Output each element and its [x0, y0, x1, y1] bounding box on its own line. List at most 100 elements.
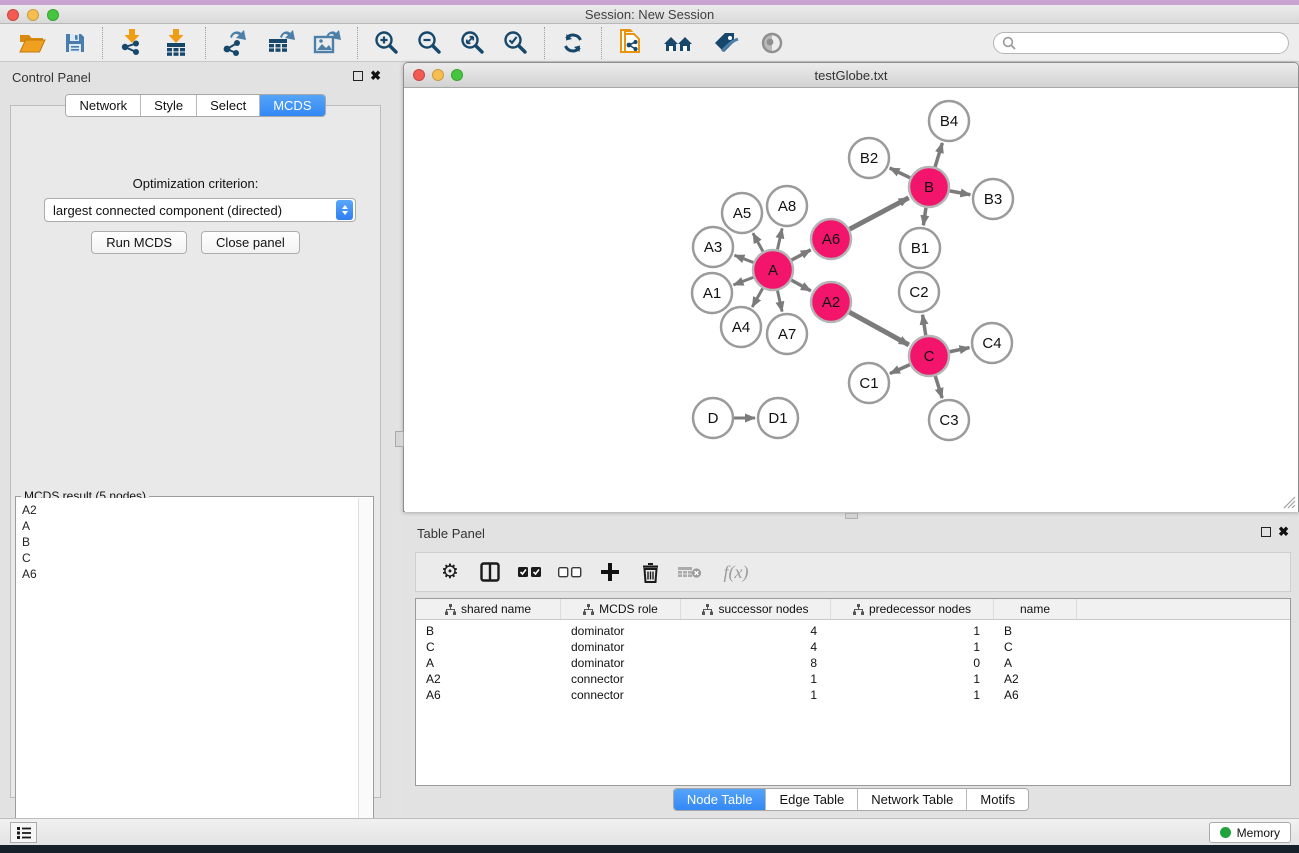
- graph-node-C[interactable]: C: [909, 336, 949, 376]
- close-panel-button[interactable]: Close panel: [201, 231, 300, 254]
- column-header-predecessor-nodes[interactable]: predecessor nodes: [831, 599, 994, 619]
- split-column-button[interactable]: [470, 554, 510, 590]
- graph-node-D[interactable]: D: [693, 398, 733, 438]
- save-session-button[interactable]: [55, 26, 95, 60]
- horizontal-split-handle[interactable]: [845, 513, 858, 519]
- column-header-MCDS-role[interactable]: MCDS role: [561, 599, 681, 619]
- open-file-button[interactable]: [10, 26, 55, 60]
- node-table[interactable]: shared nameMCDS rolesuccessor nodesprede…: [415, 598, 1291, 786]
- edge-A-A2[interactable]: [791, 280, 810, 291]
- float-table-panel-icon[interactable]: [1261, 527, 1271, 537]
- graph-node-A3[interactable]: A3: [693, 227, 733, 267]
- graph-node-B3[interactable]: B3: [973, 179, 1013, 219]
- edge-A-A8[interactable]: [777, 228, 782, 249]
- graph-node-A5[interactable]: A5: [722, 193, 762, 233]
- graph-node-A1[interactable]: A1: [692, 273, 732, 313]
- tab-edge-table[interactable]: Edge Table: [766, 789, 858, 810]
- tab-mcds[interactable]: MCDS: [260, 95, 324, 116]
- task-history-button[interactable]: [10, 822, 37, 843]
- graph-node-B1[interactable]: B1: [900, 228, 940, 268]
- edge-B-B4[interactable]: [935, 143, 942, 167]
- graph-node-A[interactable]: A: [753, 250, 793, 290]
- edge-C-C3[interactable]: [935, 376, 942, 398]
- edge-B-B2[interactable]: [890, 168, 910, 178]
- mcds-list-scrollbar[interactable]: [358, 498, 372, 839]
- table-settings-button[interactable]: ⚙: [430, 554, 470, 590]
- graph-node-B4[interactable]: B4: [929, 101, 969, 141]
- mcds-result-item[interactable]: B: [22, 534, 358, 550]
- graph-node-A8[interactable]: A8: [767, 186, 807, 226]
- tab-network[interactable]: Network: [66, 95, 141, 116]
- zoom-selected-button[interactable]: [494, 26, 537, 60]
- network-file-button[interactable]: [609, 26, 653, 60]
- mcds-result-list[interactable]: A2ABCA6: [17, 498, 358, 839]
- graph-node-B2[interactable]: B2: [849, 138, 889, 178]
- search-field[interactable]: [993, 32, 1289, 54]
- vertical-split-handle[interactable]: [395, 431, 404, 447]
- zoom-fit-button[interactable]: [451, 26, 494, 60]
- mcds-result-item[interactable]: A: [22, 518, 358, 534]
- edge-A-A4[interactable]: [752, 288, 762, 307]
- table-row[interactable]: Bdominator41B: [416, 623, 1290, 639]
- mcds-result-item[interactable]: C: [22, 550, 358, 566]
- close-panel-icon[interactable]: ✖: [370, 68, 381, 84]
- graph-node-C4[interactable]: C4: [972, 323, 1012, 363]
- export-image-button[interactable]: [304, 26, 350, 60]
- edge-A-A1[interactable]: [734, 277, 754, 284]
- graph-node-C1[interactable]: C1: [849, 363, 889, 403]
- run-mcds-button[interactable]: Run MCDS: [91, 231, 187, 254]
- edge-B-B1[interactable]: [923, 208, 926, 225]
- table-row[interactable]: Adominator80A: [416, 655, 1290, 671]
- graph-node-A2[interactable]: A2: [811, 282, 851, 322]
- mcds-result-item[interactable]: A6: [22, 566, 358, 582]
- refresh-button[interactable]: [552, 26, 594, 60]
- style-tag-button[interactable]: [703, 26, 749, 60]
- zoom-in-button[interactable]: [365, 26, 408, 60]
- close-table-panel-icon[interactable]: ✖: [1278, 524, 1289, 540]
- table-row[interactable]: A6connector11A6: [416, 687, 1290, 703]
- memory-button[interactable]: Memory: [1209, 822, 1291, 843]
- tab-select[interactable]: Select: [197, 95, 260, 116]
- float-panel-icon[interactable]: [353, 71, 363, 81]
- column-header-name[interactable]: name: [994, 599, 1077, 619]
- column-header-shared-name[interactable]: shared name: [416, 599, 561, 619]
- delete-table-button[interactable]: [670, 554, 710, 590]
- network-window-titlebar[interactable]: testGlobe.txt: [404, 63, 1298, 88]
- home-button[interactable]: [653, 26, 703, 60]
- graph-node-D1[interactable]: D1: [758, 398, 798, 438]
- add-column-button[interactable]: [590, 554, 630, 590]
- resize-grip-icon[interactable]: [1283, 496, 1296, 509]
- import-table-button[interactable]: [154, 26, 198, 60]
- table-row[interactable]: Cdominator41C: [416, 639, 1290, 655]
- search-input[interactable]: [1021, 36, 1280, 50]
- mcds-result-item[interactable]: A2: [22, 502, 358, 518]
- select-all-button[interactable]: [510, 554, 550, 590]
- edge-A2-C[interactable]: [849, 312, 908, 345]
- edge-A-A6[interactable]: [792, 250, 811, 260]
- edge-A-A5[interactable]: [753, 233, 763, 251]
- graph-node-A6[interactable]: A6: [811, 219, 851, 259]
- edge-C-C2[interactable]: [923, 315, 926, 336]
- edge-C-C1[interactable]: [890, 365, 910, 374]
- network-graph[interactable]: B4 B2 B B3 A8A5 A6 A3 B1 A A1 C2 A2 A4A7 C4 C C1 C3 D D1: [405, 89, 1298, 512]
- deselect-all-button[interactable]: [550, 554, 590, 590]
- graph-node-C3[interactable]: C3: [929, 400, 969, 440]
- function-builder-button[interactable]: f(x): [710, 554, 762, 590]
- graph-node-A4[interactable]: A4: [721, 307, 761, 347]
- export-network-button[interactable]: [213, 26, 258, 60]
- import-network-button[interactable]: [110, 26, 154, 60]
- tab-style[interactable]: Style: [141, 95, 197, 116]
- graph-node-C2[interactable]: C2: [899, 272, 939, 312]
- tab-motifs[interactable]: Motifs: [967, 789, 1028, 810]
- edge-A-A3[interactable]: [734, 255, 753, 262]
- column-header-successor-nodes[interactable]: successor nodes: [681, 599, 831, 619]
- optimization-criterion-select[interactable]: largest connected component (directed): [44, 198, 356, 222]
- zoom-out-button[interactable]: [408, 26, 451, 60]
- edge-B-B3[interactable]: [950, 191, 971, 195]
- graph-node-B[interactable]: B: [909, 167, 949, 207]
- export-table-button[interactable]: [258, 26, 304, 60]
- graph-node-A7[interactable]: A7: [767, 314, 807, 354]
- edge-A6-B[interactable]: [850, 198, 909, 229]
- tab-network-table[interactable]: Network Table: [858, 789, 967, 810]
- table-row[interactable]: A2connector11A2: [416, 671, 1290, 687]
